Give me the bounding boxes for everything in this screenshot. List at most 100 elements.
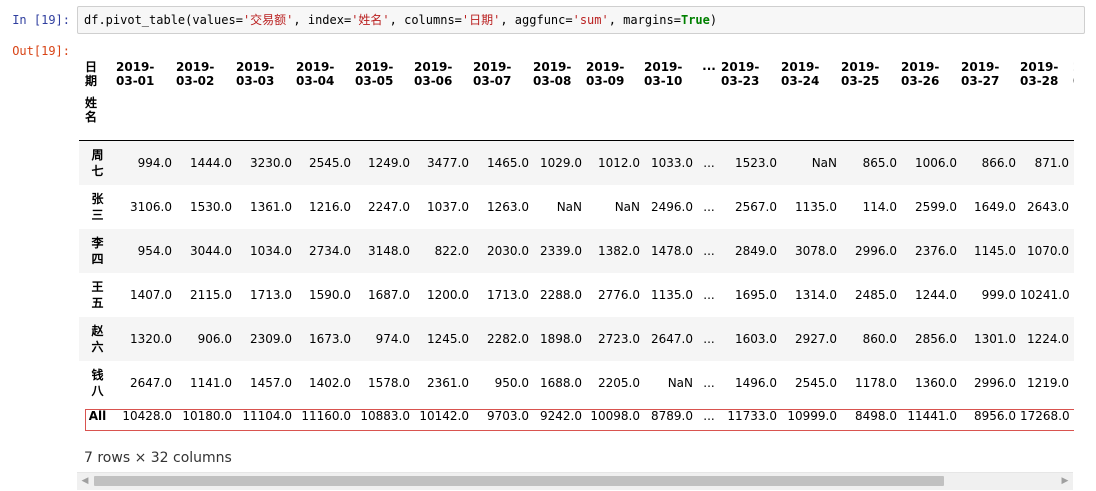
table-cell: 9242.0: [540, 408, 582, 423]
table-cell: 1603.0: [735, 331, 777, 346]
table-cell: 2687.0: [1073, 229, 1074, 273]
table-cell: 860.0: [862, 331, 897, 346]
code-margins-keyword: True: [680, 13, 710, 27]
table-cell: 950.0: [494, 375, 529, 390]
table-cell: 1590.0: [309, 287, 351, 302]
table-cell: 2339.0: [540, 243, 582, 258]
row-index-label: 钱八: [91, 367, 104, 398]
index-name-spacer: [781, 88, 841, 140]
column-header-date: 2019- 03-24: [781, 60, 820, 88]
table-cell: 1404.0: [1073, 273, 1074, 317]
columns-name-label: 日期: [85, 60, 98, 88]
table-cell: ...: [703, 408, 715, 423]
index-name-spacer: [533, 88, 586, 140]
scrollbar-thumb[interactable]: [94, 476, 944, 486]
table-cell: 2643.0: [1027, 199, 1069, 214]
table-cell: 1006.0: [915, 155, 957, 170]
table-cell: 1639.0: [1073, 361, 1074, 405]
index-name-spacer: [1073, 88, 1074, 140]
column-header-date: 2019- 03-06: [414, 60, 453, 88]
table-row: 王五 1407.0 2115.0 1713.0 1590.0 1687.0 1200.0 17…: [79, 273, 1074, 317]
table-cell: 2996.0: [855, 243, 897, 258]
column-header-date: 2019- 03-23: [721, 60, 760, 88]
index-name-spacer: [355, 88, 414, 140]
table-row-total: All 10428.0 10180.0 11104.0 11160.0 10883.0 10…: [79, 405, 1074, 427]
table-cell: 906.0: [197, 331, 232, 346]
column-header-date: 2019- 03-10: [644, 60, 683, 88]
table-cell: 2849.0: [735, 243, 777, 258]
table-cell: 3230.0: [250, 155, 292, 170]
code-prefix: df.pivot_table(values=: [84, 13, 243, 27]
table-cell: 1478.0: [651, 243, 693, 258]
table-cell: 974.0: [375, 331, 410, 346]
code-sep-aggfunc: , aggfunc=: [500, 13, 573, 27]
index-name-spacer: [841, 88, 901, 140]
horizontal-scrollbar[interactable]: ◀ ▶: [77, 472, 1073, 490]
index-name-spacer: [116, 88, 176, 140]
table-cell: 1360.0: [915, 375, 957, 390]
code-cell[interactable]: df.pivot_table(values='交易额', index='姓名',…: [77, 6, 1085, 34]
table-cell: 1695.0: [735, 287, 777, 302]
table-cell: 1145.0: [974, 243, 1016, 258]
index-name-spacer: [236, 88, 296, 140]
table-cell: 2776.0: [598, 287, 640, 302]
table-cell: 8956.0: [974, 408, 1016, 423]
table-cell: 1135.0: [795, 199, 837, 214]
table-cell: 1361.0: [250, 199, 292, 214]
code-sep-columns: , columns=: [389, 13, 462, 27]
table-cell: 1135.0: [651, 287, 693, 302]
index-name-row: 姓名: [79, 88, 1074, 140]
table-cell: 1402.0: [309, 375, 351, 390]
scroll-left-arrow-icon[interactable]: ◀: [80, 476, 90, 486]
table-cell: 1444.0: [190, 155, 232, 170]
table-cell: 11160.0: [301, 408, 351, 423]
code-aggfunc-string: 'sum': [572, 13, 609, 27]
table-cell: 1687.0: [368, 287, 410, 302]
table-cell: 10241.0: [1020, 287, 1070, 302]
table-cell: 2205.0: [598, 375, 640, 390]
column-header-date: 2019- 03-25: [841, 60, 880, 88]
table-cell: 1070.0: [1027, 243, 1069, 258]
table-cell: 9703.0: [487, 408, 529, 423]
column-header-date: 2019- 03-02: [176, 60, 215, 88]
row-index-label: 王五: [91, 279, 104, 310]
table-cell: 999.0: [981, 287, 1016, 302]
table-cell: ...: [703, 199, 715, 214]
row-index-label: 李四: [91, 235, 104, 266]
table-cell: ...: [703, 331, 715, 346]
table-cell: 2734.0: [309, 243, 351, 258]
code-index-string: '姓名': [351, 13, 390, 27]
row-index-label: 赵六: [91, 323, 104, 354]
scroll-right-arrow-icon[interactable]: ▶: [1060, 476, 1070, 486]
table-cell: 1244.0: [915, 287, 957, 302]
table-cell: 2288.0: [540, 287, 582, 302]
pivot-table: 日期 2019- 03-01 2019- 03-02 2019- 03-03 2019- 03-…: [79, 44, 1074, 427]
table-cell: 10883.0: [360, 408, 410, 423]
table-cell: 1407.0: [130, 287, 172, 302]
table-cell: NaN: [556, 199, 582, 214]
code-values-string: '交易额': [242, 13, 294, 27]
column-header-row: 日期 2019- 03-01 2019- 03-02 2019- 03-03 2019- 03-…: [79, 44, 1074, 88]
table-cell: 2030.0: [487, 243, 529, 258]
table-cell: 1496.0: [735, 375, 777, 390]
dataframe-shape-summary: 7 rows × 32 columns: [84, 450, 232, 466]
table-cell: 3044.0: [190, 243, 232, 258]
table-cell: 2996.0: [974, 375, 1016, 390]
table-cell: 1530.0: [190, 199, 232, 214]
table-cell: 2376.0: [915, 243, 957, 258]
table-cell: ...: [703, 287, 715, 302]
code-sep-index: , index=: [293, 13, 352, 27]
column-header-date: 2019- 03-04: [296, 60, 335, 88]
column-header-date: 2019- 03-07: [473, 60, 512, 88]
table-cell: 8789.0: [651, 408, 693, 423]
table-cell: 1523.0: [1073, 185, 1074, 229]
table-cell: 1301.0: [974, 331, 1016, 346]
table-cell: 871.0: [1034, 155, 1069, 170]
table-cell: 2647.0: [130, 375, 172, 390]
dataframe-output: 日期 2019- 03-01 2019- 03-02 2019- 03-03 2019- 03-…: [79, 44, 1074, 444]
table-cell: 2312.0: [1073, 317, 1074, 361]
table-cell: 2361.0: [427, 375, 469, 390]
table-cell: 11441.0: [907, 408, 957, 423]
table-cell: 1219.0: [1027, 375, 1069, 390]
table-cell: 2485.0: [855, 287, 897, 302]
